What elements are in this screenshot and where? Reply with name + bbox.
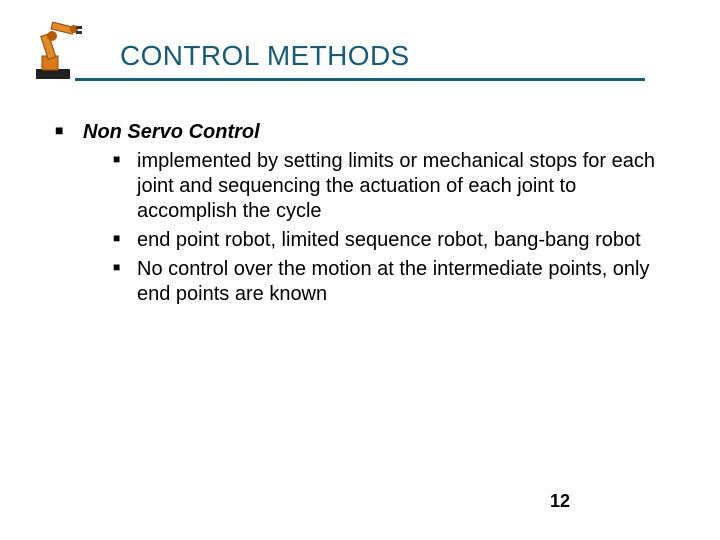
list-item: implemented by setting limits or mechani… xyxy=(113,149,665,224)
bullet-list-level1: Non Servo Control implemented by setting… xyxy=(55,120,665,307)
slide-body: Non Servo Control implemented by setting… xyxy=(55,120,665,313)
title-block: CONTROL METHODS xyxy=(120,40,690,81)
slide: CONTROL METHODS Non Servo Control implem… xyxy=(0,0,720,540)
list-heading: Non Servo Control xyxy=(83,121,260,143)
list-item: No control over the motion at the interm… xyxy=(113,257,665,307)
page-number: 12 xyxy=(550,491,570,512)
title-underline xyxy=(75,78,645,81)
list-item: end point robot, limited sequence robot,… xyxy=(113,228,665,253)
page-title: CONTROL METHODS xyxy=(120,40,690,72)
robot-arm-icon xyxy=(30,14,100,84)
list-item: Non Servo Control implemented by setting… xyxy=(55,120,665,307)
bullet-list-level2: implemented by setting limits or mechani… xyxy=(83,149,665,307)
